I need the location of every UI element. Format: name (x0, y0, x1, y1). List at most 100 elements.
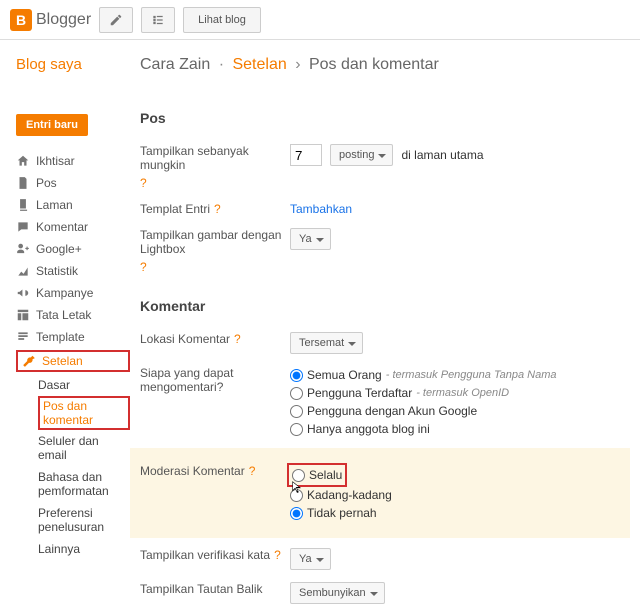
cursor-icon (290, 478, 304, 496)
dd-label: Ya (299, 233, 312, 245)
label-comment-location: Lokasi Komentar ? (140, 332, 290, 346)
posts-list-button[interactable] (141, 7, 175, 33)
subnav-search-pref[interactable]: Preferensi penelusuran (38, 502, 130, 538)
help-icon[interactable]: ? (140, 260, 147, 274)
radio-never-input[interactable] (290, 507, 303, 520)
main-layout: Blog saya Cara Zain · Setelan › Pos dan … (0, 40, 640, 88)
pages-icon (16, 198, 30, 212)
wrench-icon (22, 354, 36, 368)
content-area: Cara Zain · Setelan › Pos dan komentar (130, 40, 640, 88)
bc-settings[interactable]: Setelan (232, 56, 286, 73)
nav-posts[interactable]: Pos (16, 172, 130, 194)
backlinks-dropdown[interactable]: Sembunyikan (290, 582, 385, 604)
nav-pages[interactable]: Laman (16, 194, 130, 216)
dd-label: Sembunyikan (299, 587, 366, 599)
label-text: Templat Entri (140, 202, 210, 216)
radio-label: Tidak pernah (307, 506, 377, 520)
label-text: Tampilkan sebanyak mungkin (140, 144, 290, 172)
view-blog-button[interactable]: Lihat blog (183, 7, 261, 33)
comments-heading: Komentar (140, 298, 620, 314)
dd-label: posting (339, 149, 374, 161)
help-icon[interactable]: ? (249, 464, 256, 478)
radio-google-input[interactable] (290, 405, 303, 418)
comment-location-dropdown[interactable]: Tersemat (290, 332, 363, 354)
on-main-label: di laman utama (401, 148, 483, 162)
settings-content: Pos Tampilkan sebanyak mungkin ? posting… (130, 88, 640, 610)
blogger-logo[interactable]: B Blogger (10, 9, 91, 31)
subnav-posts-comments[interactable]: Pos dan komentar (38, 396, 130, 430)
help-icon[interactable]: ? (214, 202, 221, 216)
nav-layout[interactable]: Tata Letak (16, 304, 130, 326)
sidebar-nav: Entri baru Ikhtisar Pos Laman Komentar G… (0, 88, 130, 610)
nav-campaigns[interactable]: Kampanye (16, 282, 130, 304)
subnav-mobile-email[interactable]: Seluler dan email (38, 430, 130, 466)
nav-label: Laman (36, 198, 73, 212)
radio-members-input[interactable] (290, 423, 303, 436)
logo-icon: B (10, 9, 32, 31)
lightbox-dropdown[interactable]: Ya (290, 228, 331, 250)
label-text: Tampilkan gambar dengan Lightbox (140, 228, 290, 256)
radio-sometimes[interactable]: Kadang-kadang (290, 486, 392, 504)
post-count-input[interactable] (290, 144, 322, 166)
nav-stats[interactable]: Statistik (16, 260, 130, 282)
radio-registered-input[interactable] (290, 387, 303, 400)
bc-sep: › (295, 56, 300, 73)
bc-page: Pos dan komentar (309, 56, 439, 73)
radio-members[interactable]: Hanya anggota blog ini (290, 420, 430, 438)
nav-label: Pos (36, 176, 57, 190)
nav-template[interactable]: Template (16, 326, 130, 348)
row-moderation: Moderasi Komentar ? Selalu Kadang-kadang (130, 458, 630, 528)
radio-anyone[interactable]: Semua Orang - termasuk Pengguna Tanpa Na… (290, 366, 557, 384)
nav-label: Setelan (42, 354, 83, 368)
comment-icon (16, 220, 30, 234)
googleplus-icon (16, 242, 30, 256)
view-blog-label: Lihat blog (198, 14, 246, 26)
body-row: Entri baru Ikhtisar Pos Laman Komentar G… (0, 88, 640, 610)
help-icon[interactable]: ? (234, 332, 241, 346)
label-text: Tampilkan verifikasi kata (140, 548, 270, 562)
subnav-lang-format[interactable]: Bahasa dan pemformatan (38, 466, 130, 502)
nav-comments[interactable]: Komentar (16, 216, 130, 238)
pencil-icon (109, 13, 123, 27)
row-verification: Tampilkan verifikasi kata ? Ya (140, 542, 620, 576)
radio-google[interactable]: Pengguna dengan Akun Google (290, 402, 477, 420)
help-icon[interactable]: ? (274, 548, 281, 562)
bc-blogname[interactable]: Cara Zain (140, 56, 210, 73)
settings-subnav: Dasar Pos dan komentar Seluler dan email… (38, 374, 130, 560)
sidebar: Blog saya (0, 40, 130, 88)
radio-anyone-input[interactable] (290, 369, 303, 382)
add-template-link[interactable]: Tambahkan (290, 202, 352, 216)
my-blogs-label[interactable]: Blog saya (16, 56, 130, 73)
nav-label: Google+ (36, 242, 82, 256)
compose-button[interactable] (99, 7, 133, 33)
nav-settings[interactable]: Setelan (16, 350, 130, 372)
radio-label: Pengguna Terdaftar (307, 386, 412, 400)
subnav-basic[interactable]: Dasar (38, 374, 130, 396)
subnav-other[interactable]: Lainnya (38, 538, 130, 560)
label-lightbox: Tampilkan gambar dengan Lightbox ? (140, 228, 290, 274)
radio-label: Hanya anggota blog ini (307, 422, 430, 436)
new-post-button[interactable]: Entri baru (16, 114, 88, 136)
label-text: Lokasi Komentar (140, 332, 230, 346)
radio-registered[interactable]: Pengguna Terdaftar - termasuk OpenID (290, 384, 509, 402)
always-highlight-box: Selalu (287, 463, 347, 487)
help-icon[interactable]: ? (140, 176, 147, 190)
label-text: Tampilkan Tautan Balik (140, 582, 263, 596)
nav-googleplus[interactable]: Google+ (16, 238, 130, 260)
ctrl-comment-location: Tersemat (290, 332, 620, 354)
verification-dropdown[interactable]: Ya (290, 548, 331, 570)
ctrl-show-max: posting di laman utama (290, 144, 620, 166)
megaphone-icon (16, 286, 30, 300)
radio-label: Pengguna dengan Akun Google (307, 404, 477, 418)
dd-label: Tersemat (299, 337, 344, 349)
nav-label: Ikhtisar (36, 154, 75, 168)
list-icon (151, 13, 165, 27)
posting-unit-dropdown[interactable]: posting (330, 144, 393, 166)
ctrl-who-can: Semua Orang - termasuk Pengguna Tanpa Na… (290, 366, 620, 438)
nav-overview[interactable]: Ikhtisar (16, 150, 130, 172)
ctrl-backlinks: Sembunyikan (290, 582, 620, 604)
label-text: Siapa yang dapat mengomentari? (140, 366, 290, 394)
radio-always[interactable]: Selalu (292, 466, 342, 484)
radio-never[interactable]: Tidak pernah (290, 504, 377, 522)
ctrl-post-template: Tambahkan (290, 202, 620, 216)
